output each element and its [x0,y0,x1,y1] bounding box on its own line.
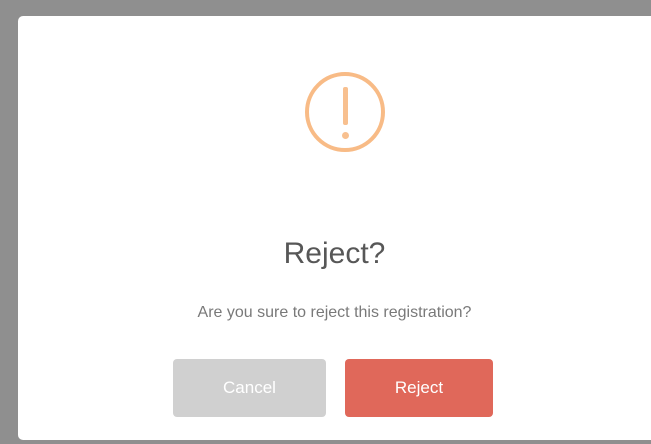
confirm-dialog: Reject? Are you sure to reject this regi… [18,16,651,440]
dialog-title: Reject? [283,237,386,270]
dialog-message: Are you sure to reject this registration… [197,304,472,321]
modal-overlay: Reject? Are you sure to reject this regi… [0,0,651,444]
reject-button[interactable]: Reject [345,359,493,417]
warning-icon [305,72,385,152]
exclamation-dot [341,132,349,139]
exclamation-bar [342,87,348,125]
cancel-button[interactable]: Cancel [173,359,326,417]
